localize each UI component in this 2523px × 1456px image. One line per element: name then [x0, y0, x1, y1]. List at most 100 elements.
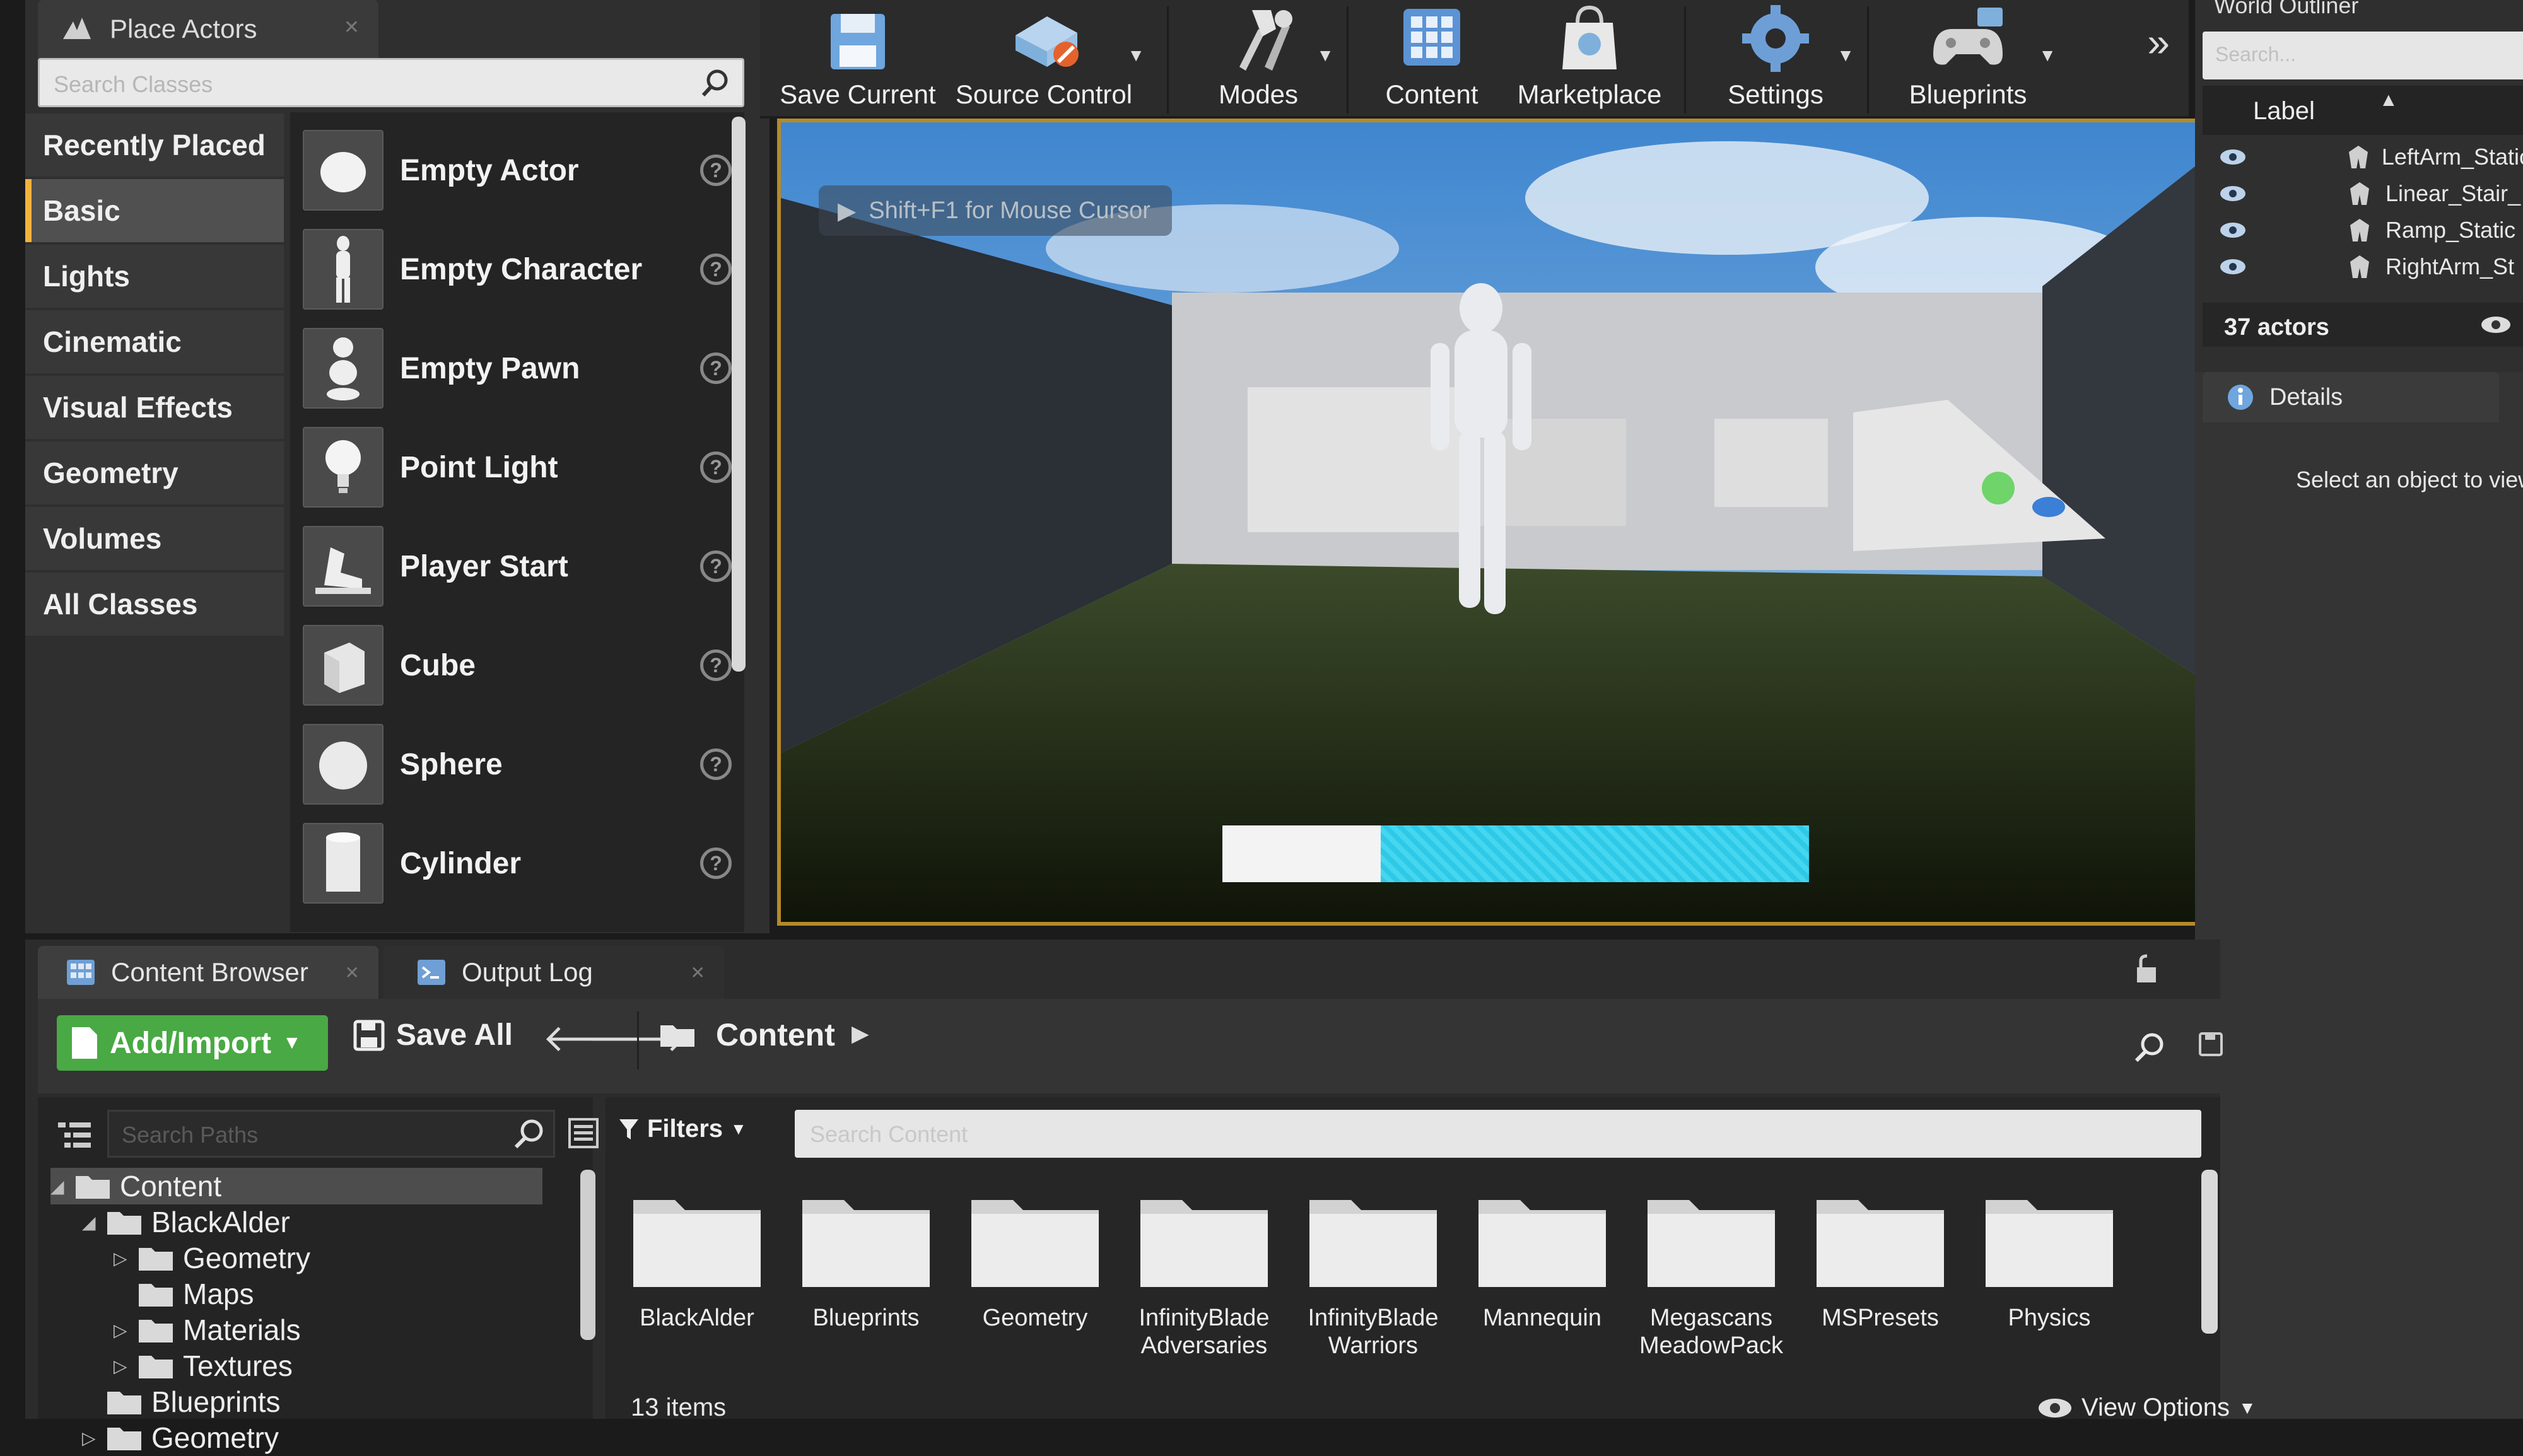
help-icon[interactable]: ?: [700, 847, 732, 879]
blueprints-icon: [1927, 4, 2009, 73]
help-icon[interactable]: ?: [700, 352, 732, 384]
search-icon[interactable]: [512, 1117, 546, 1151]
toolbar-overflow-icon[interactable]: »: [2147, 19, 2170, 66]
category-geometry[interactable]: Geometry: [25, 441, 284, 504]
help-icon[interactable]: ?: [700, 550, 732, 582]
search-icon[interactable]: [700, 67, 731, 99]
outliner-search-input[interactable]: Search...: [2203, 32, 2523, 79]
breadcrumb[interactable]: Content: [659, 1016, 835, 1053]
outliner-row[interactable]: RightArm_St: [2203, 248, 2523, 285]
chevron-down-icon[interactable]: ▼: [1316, 45, 1334, 66]
outliner-row[interactable]: Ramp_Static: [2203, 212, 2523, 248]
category-recently-placed[interactable]: Recently Placed: [25, 114, 284, 177]
actor-item-player-start[interactable]: Player Start?: [303, 520, 732, 613]
details-tab[interactable]: Details: [2203, 372, 2499, 422]
category-all-classes[interactable]: All Classes: [25, 573, 284, 636]
expanded-arrow-icon[interactable]: ◢: [82, 1212, 97, 1233]
lock-icon[interactable]: [2132, 953, 2163, 985]
folder-mannequin[interactable]: Mannequin: [1463, 1189, 1621, 1390]
visibility-eye-icon[interactable]: [2219, 148, 2247, 166]
folder-megascans-meadowpack[interactable]: Megascans MeadowPack: [1632, 1189, 1790, 1390]
view-options-eye-icon[interactable]: [2480, 315, 2512, 334]
outliner-row[interactable]: Linear_Stair_: [2203, 175, 2523, 212]
actor-item-point-light[interactable]: Point Light?: [303, 421, 732, 514]
outliner-row[interactable]: LeftArm_Static: [2203, 139, 2523, 175]
help-icon[interactable]: ?: [700, 451, 732, 483]
close-icon[interactable]: ✕: [345, 962, 360, 983]
folder-physics[interactable]: Physics: [1970, 1189, 2128, 1390]
path-tree-scrollbar[interactable]: [580, 1170, 595, 1340]
tree-item-blackalder[interactable]: ◢ BlackAlder: [82, 1204, 290, 1240]
visibility-eye-icon[interactable]: [2219, 185, 2248, 202]
tree-item-materials[interactable]: ▷ Materials: [114, 1312, 301, 1348]
help-icon[interactable]: ?: [700, 748, 732, 780]
filters-button[interactable]: Filters ▼: [618, 1115, 747, 1143]
expanded-arrow-icon[interactable]: ◢: [50, 1176, 66, 1197]
chevron-down-icon[interactable]: ▼: [1127, 45, 1145, 66]
source-control-button[interactable]: Source Control ▼: [949, 0, 1145, 119]
folder-mspresets[interactable]: MSPresets: [1801, 1189, 1959, 1390]
sort-ascending-icon[interactable]: ▲: [2379, 90, 2398, 111]
modes-button[interactable]: Modes ▼: [1189, 0, 1334, 119]
help-icon[interactable]: ?: [700, 253, 732, 285]
visibility-eye-icon[interactable]: [2219, 221, 2248, 239]
collapsed-arrow-icon[interactable]: ▷: [114, 1248, 129, 1269]
category-basic[interactable]: Basic: [25, 179, 284, 242]
tab-content-browser[interactable]: Content Browser ✕: [38, 946, 378, 999]
category-cinematic[interactable]: Cinematic: [25, 310, 284, 373]
tree-item-geometry[interactable]: ▷ Geometry: [114, 1240, 310, 1276]
actor-item-sphere[interactable]: Sphere?: [303, 718, 732, 811]
category-visual-effects[interactable]: Visual Effects: [25, 376, 284, 439]
tree-item-geometry[interactable]: ▷ Geometry: [82, 1419, 279, 1456]
actor-item-cylinder[interactable]: Cylinder?: [303, 817, 732, 910]
collapsed-arrow-icon[interactable]: ▷: [114, 1320, 129, 1341]
actor-item-empty-pawn[interactable]: Empty Pawn?: [303, 322, 732, 415]
view-options-button[interactable]: View Options ▼: [2037, 1394, 2256, 1422]
save-all-button[interactable]: Save All: [353, 1018, 513, 1052]
breadcrumb-arrow-icon[interactable]: ▶: [852, 1020, 869, 1047]
outliner-column-header[interactable]: Label ▲: [2203, 86, 2523, 135]
collapsed-arrow-icon[interactable]: ▷: [114, 1356, 129, 1377]
asset-view-scrollbar[interactable]: [2201, 1170, 2218, 1334]
blueprints-button[interactable]: Blueprints ▼: [1886, 0, 2056, 119]
tab-output-log[interactable]: Output Log ✕: [383, 946, 724, 999]
search-paths-placeholder: Search Paths: [122, 1122, 259, 1148]
search-icon[interactable]: [2132, 1030, 2166, 1064]
folder-infinityblade-warriors[interactable]: InfinityBlade Warriors: [1294, 1189, 1452, 1390]
folder-blueprints[interactable]: Blueprints: [787, 1189, 945, 1390]
settings-button[interactable]: Settings ▼: [1703, 0, 1854, 119]
tree-item-maps[interactable]: Maps: [114, 1276, 254, 1312]
collapsed-arrow-icon[interactable]: ▷: [82, 1428, 97, 1448]
folder-geometry[interactable]: Geometry: [956, 1189, 1114, 1390]
folder-infinityblade-adversaries[interactable]: InfinityBlade Adversaries: [1125, 1189, 1283, 1390]
actor-list-scrollbar[interactable]: [732, 117, 746, 672]
content-button[interactable]: Content: [1366, 0, 1498, 119]
actor-item-empty-actor[interactable]: Empty Actor?: [303, 124, 732, 217]
add-import-button[interactable]: Add/Import ▼: [57, 1015, 328, 1071]
place-actors-tab[interactable]: Place Actors ✕: [38, 0, 378, 58]
visibility-eye-icon[interactable]: [2219, 258, 2248, 276]
chevron-down-icon[interactable]: ▼: [1837, 45, 1854, 66]
close-icon[interactable]: ✕: [344, 16, 360, 38]
tree-toggle-icon[interactable]: [57, 1120, 92, 1151]
marketplace-button[interactable]: Marketplace: [1507, 0, 1671, 119]
help-icon[interactable]: ?: [700, 154, 732, 186]
save-search-icon[interactable]: [2198, 1032, 2223, 1057]
help-icon[interactable]: ?: [700, 649, 732, 681]
tree-item-textures[interactable]: ▷ Textures: [114, 1348, 293, 1384]
path-view-options-icon[interactable]: [568, 1117, 599, 1149]
search-paths-input[interactable]: Search Paths: [107, 1110, 555, 1158]
category-volumes[interactable]: Volumes: [25, 507, 284, 570]
actor-item-empty-character[interactable]: Empty Character?: [303, 223, 732, 316]
actor-item-cube[interactable]: Cube?: [303, 619, 732, 712]
search-content-input[interactable]: Search Content: [795, 1110, 2201, 1158]
level-viewport[interactable]: ▶ Shift+F1 for Mouse Cursor: [777, 119, 2222, 926]
tree-item-blueprints[interactable]: Blueprints: [82, 1383, 281, 1420]
category-lights[interactable]: Lights: [25, 245, 284, 308]
tree-item-content[interactable]: ◢ Content: [50, 1168, 542, 1204]
close-icon[interactable]: ✕: [691, 962, 705, 983]
search-classes-input[interactable]: Search Classes: [38, 58, 744, 107]
chevron-down-icon[interactable]: ▼: [2039, 45, 2056, 66]
folder-blackalder[interactable]: BlackAlder: [618, 1189, 776, 1390]
save-current-button[interactable]: Save Current: [779, 0, 937, 119]
